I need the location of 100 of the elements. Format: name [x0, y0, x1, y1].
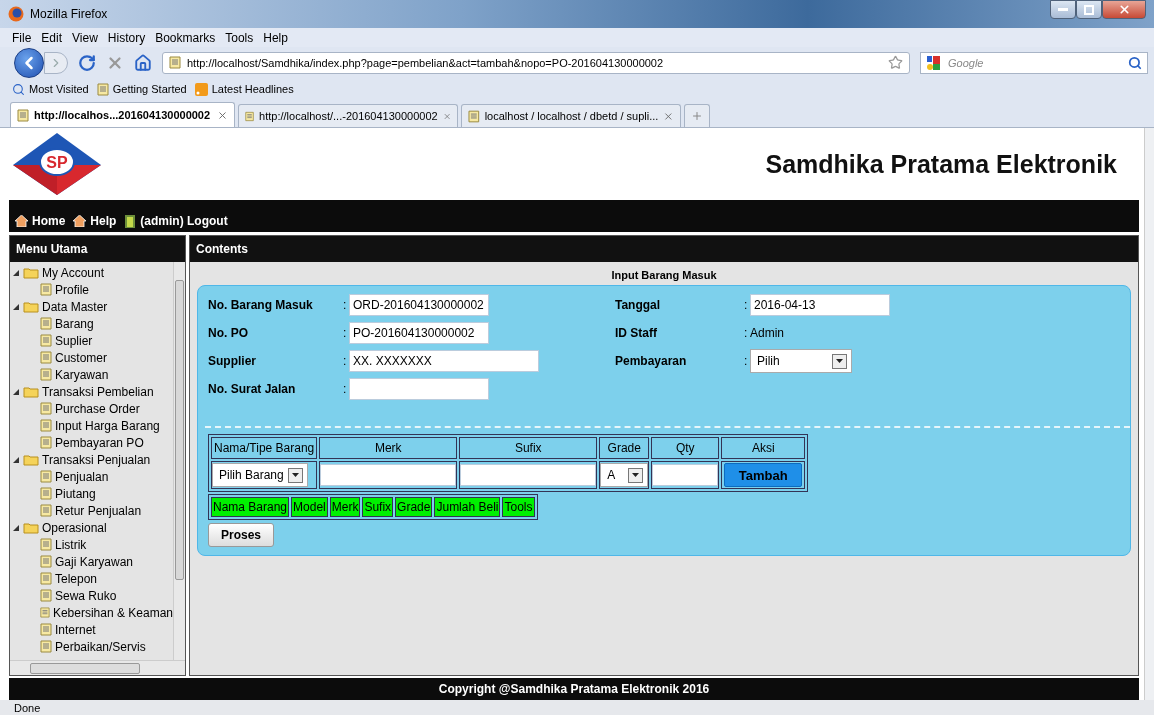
- tree-item[interactable]: Gaji Karyawan: [12, 553, 173, 570]
- collapse-icon[interactable]: [12, 302, 20, 311]
- reload-icon[interactable]: [78, 53, 96, 72]
- tree-item[interactable]: Listrik: [12, 536, 173, 553]
- tree-item[interactable]: Perbaikan/Servis: [12, 638, 173, 655]
- input-field[interactable]: ORD-201604130000002: [349, 294, 489, 316]
- menu-item[interactable]: History: [107, 30, 146, 45]
- process-button[interactable]: Proses: [208, 523, 274, 547]
- search-field[interactable]: Google: [920, 51, 1148, 74]
- collapse-icon[interactable]: [12, 523, 20, 532]
- collapse-icon[interactable]: [12, 387, 20, 396]
- field-label: No. PO: [208, 326, 249, 340]
- menu-item[interactable]: Edit: [41, 30, 63, 45]
- tree-item[interactable]: Customer: [12, 349, 173, 366]
- nav-link[interactable]: Home: [15, 214, 66, 228]
- close-tab-icon[interactable]: [663, 110, 674, 122]
- tree-item[interactable]: Retur Penjualan: [12, 502, 173, 519]
- tree-folder[interactable]: Data Master: [12, 298, 173, 315]
- browser-tab[interactable]: localhost / localhost / dbetd / supli...: [461, 104, 681, 127]
- document-icon: [40, 606, 50, 619]
- minimize-button[interactable]: [1050, 0, 1076, 19]
- colon: :: [744, 298, 749, 312]
- input-field[interactable]: [460, 464, 597, 486]
- column-header: Aksi: [721, 437, 806, 459]
- input-field[interactable]: XX. XXXXXXX: [349, 350, 539, 372]
- tree-item[interactable]: Profile: [12, 281, 173, 298]
- status-text: Done: [0, 700, 1154, 715]
- nav-link[interactable]: (admin) Logout: [124, 214, 228, 228]
- star-icon[interactable]: [888, 55, 903, 70]
- bookmark[interactable]: Getting Started: [96, 82, 187, 96]
- document-icon: [40, 368, 52, 381]
- colon: :: [343, 298, 348, 312]
- input-field[interactable]: [652, 464, 719, 486]
- field-label: Pembayaran: [615, 354, 688, 368]
- tree-item[interactable]: Piutang: [12, 485, 173, 502]
- tree-item[interactable]: Pembayaran PO: [12, 434, 173, 451]
- home-icon[interactable]: [134, 53, 152, 72]
- menu-item[interactable]: Bookmarks: [155, 30, 216, 45]
- door-icon: [124, 214, 137, 228]
- tree-item[interactable]: Internet: [12, 621, 173, 638]
- address-bar[interactable]: http://localhost/Samdhika/index.php?page=pembelian&act=tambah&nopo=PO-201604130000002: [162, 51, 910, 74]
- tree-item[interactable]: Barang: [12, 315, 173, 332]
- select-field[interactable]: Pilih: [750, 349, 852, 373]
- add-button[interactable]: Tambah: [724, 463, 803, 487]
- tree-item[interactable]: Penjualan: [12, 468, 173, 485]
- search-icon[interactable]: [1128, 55, 1142, 70]
- menu-item[interactable]: View: [72, 30, 98, 45]
- plus-icon: [691, 110, 703, 122]
- document-icon: [40, 504, 52, 517]
- document-icon: [40, 402, 52, 415]
- tree-item[interactable]: Karyawan: [12, 366, 173, 383]
- document-icon: [40, 283, 52, 296]
- document-icon: [468, 109, 480, 123]
- menu-item[interactable]: Tools: [225, 30, 254, 45]
- tree-folder[interactable]: Transaksi Penjualan: [12, 451, 173, 468]
- close-icon: [1117, 3, 1131, 16]
- input-field[interactable]: 2016-04-13: [750, 294, 890, 316]
- tree-folder[interactable]: Transaksi Pembelian: [12, 383, 173, 400]
- sidebar-title: Menu Utama: [10, 236, 185, 262]
- field-label: ID Staff: [615, 326, 658, 340]
- menu-item[interactable]: File: [12, 30, 32, 45]
- tree-item[interactable]: Suplier: [12, 332, 173, 349]
- form-title: Input Barang Masuk: [610, 268, 718, 283]
- back-button[interactable]: [14, 47, 44, 78]
- document-icon: [96, 82, 109, 96]
- grade-select[interactable]: A: [600, 463, 649, 487]
- column-header: Merk: [319, 437, 458, 459]
- document-icon: [40, 538, 52, 551]
- browser-tab[interactable]: http://localhost/...-201604130000002: [238, 104, 458, 127]
- tree-item[interactable]: Input Harga Barang: [12, 417, 173, 434]
- column-header: Grade: [395, 497, 433, 517]
- folder-icon: [23, 521, 39, 534]
- input-field[interactable]: PO-201604130000002: [349, 322, 489, 344]
- collapse-icon[interactable]: [12, 455, 20, 464]
- restore-button[interactable]: [1076, 0, 1102, 19]
- tree-item[interactable]: Telepon: [12, 570, 173, 587]
- minimize-icon: [1058, 8, 1068, 11]
- tree-item[interactable]: Purchase Order: [12, 400, 173, 417]
- tree-folder[interactable]: My Account: [12, 264, 173, 281]
- document-icon: [40, 623, 52, 636]
- close-tab-icon[interactable]: [217, 109, 228, 121]
- tree-item[interactable]: Sewa Ruko: [12, 587, 173, 604]
- input-field[interactable]: [349, 378, 489, 400]
- logo: SP: [11, 131, 103, 197]
- menu-item[interactable]: Help: [263, 30, 288, 45]
- input-field[interactable]: [320, 464, 457, 486]
- document-icon: [245, 109, 255, 123]
- bookmark[interactable]: Most Visited: [12, 82, 89, 96]
- browser-tab[interactable]: http://localhos...201604130000002: [10, 102, 235, 127]
- collapse-icon[interactable]: [12, 268, 20, 277]
- item-select[interactable]: Pilih Barang: [212, 463, 308, 487]
- column-header: Sufix: [459, 437, 598, 459]
- tree-folder[interactable]: Operasional: [12, 519, 173, 536]
- close-button[interactable]: [1102, 0, 1146, 19]
- nav-link[interactable]: Help: [73, 214, 117, 228]
- bookmark[interactable]: Latest Headlines: [194, 82, 294, 96]
- field-label: Supplier: [208, 354, 257, 368]
- site-title: Samdhika Pratama Elektronik: [765, 149, 1117, 179]
- tree-item[interactable]: Kebersihan & Keaman: [12, 604, 173, 621]
- field-label: No. Barang Masuk: [208, 298, 314, 312]
